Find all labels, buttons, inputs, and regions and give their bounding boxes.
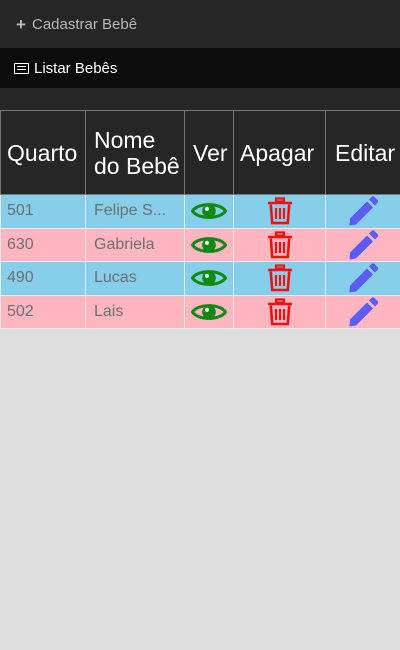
trash-icon[interactable] (267, 197, 293, 225)
nav-divider (0, 88, 400, 110)
babies-table: Quarto Nome do Bebê Ver Apagar Editar 50… (0, 110, 400, 329)
pencil-icon[interactable] (347, 297, 379, 327)
cell-ver (184, 227, 234, 262)
eye-icon[interactable] (190, 200, 228, 222)
cell-editar (325, 294, 400, 329)
plus-icon: + (16, 14, 26, 34)
cell-apagar (233, 194, 326, 229)
cell-quarto: 501 (0, 194, 86, 229)
cell-nome: Felipe S... (85, 194, 185, 229)
table-header-row: Quarto Nome do Bebê Ver Apagar Editar (0, 110, 400, 195)
nav-cadastrar-label: Cadastrar Bebê (32, 15, 138, 33)
cell-apagar (233, 261, 326, 296)
eye-icon[interactable] (190, 301, 228, 323)
list-icon (14, 62, 29, 74)
trash-icon[interactable] (267, 264, 293, 292)
eye-icon[interactable] (190, 267, 228, 289)
cell-ver (184, 261, 234, 296)
cell-nome: Lucas (85, 261, 185, 296)
nav-cadastrar-bebe[interactable]: + Cadastrar Bebê (0, 0, 400, 48)
header-apagar: Apagar (233, 110, 326, 195)
table-row: 501 Felipe S... (0, 194, 400, 229)
trash-icon[interactable] (267, 231, 293, 259)
cell-quarto: 490 (0, 261, 86, 296)
table-row: 630 Gabriela (0, 227, 400, 262)
nav-listar-label: Listar Bebês (34, 59, 118, 77)
cell-quarto: 502 (0, 294, 86, 329)
cell-editar (325, 261, 400, 296)
header-ver: Ver (184, 110, 234, 195)
header-quarto: Quarto (0, 110, 86, 195)
trash-icon[interactable] (267, 298, 293, 326)
cell-quarto: 630 (0, 227, 86, 262)
cell-nome: Lais (85, 294, 185, 329)
header-editar: Editar (325, 110, 400, 195)
pencil-icon[interactable] (347, 196, 379, 226)
table-row: 490 Lucas (0, 261, 400, 296)
cell-editar (325, 227, 400, 262)
pencil-icon[interactable] (347, 263, 379, 293)
cell-editar (325, 194, 400, 229)
cell-ver (184, 294, 234, 329)
cell-ver (184, 194, 234, 229)
header-nome: Nome do Bebê (85, 110, 185, 195)
nav-listar-bebes[interactable]: Listar Bebês (0, 48, 400, 88)
table-row: 502 Lais (0, 294, 400, 329)
eye-icon[interactable] (190, 234, 228, 256)
cell-nome: Gabriela (85, 227, 185, 262)
pencil-icon[interactable] (347, 230, 379, 260)
cell-apagar (233, 227, 326, 262)
cell-apagar (233, 294, 326, 329)
